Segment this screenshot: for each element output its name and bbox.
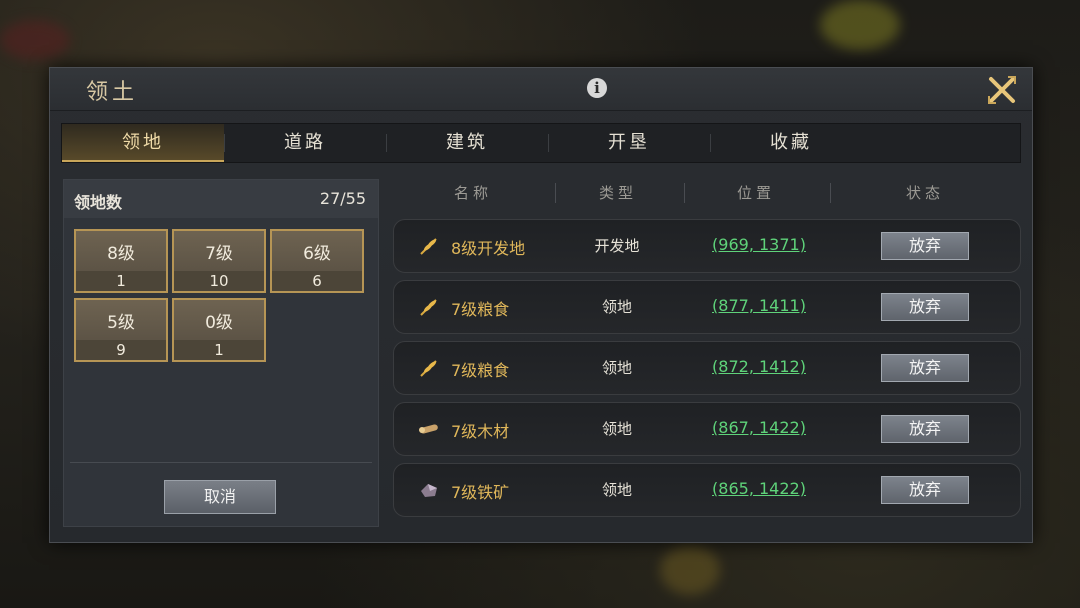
table-row[interactable]: 7级粮食 领地 (872, 1412) 放弃	[393, 341, 1021, 395]
dialog-titlebar: 领土 i	[50, 68, 1032, 111]
divider	[70, 462, 372, 463]
row-name: 8级开发地	[451, 239, 526, 258]
level-filter-6[interactable]: 6级 6	[270, 229, 364, 293]
coordinate-link[interactable]: (969, 1371)	[694, 235, 824, 254]
level-filter-0[interactable]: 0级 1	[172, 298, 266, 362]
coordinate-link[interactable]: (872, 1412)	[694, 357, 824, 376]
table-row[interactable]: 7级铁矿 领地 (865, 1422) 放弃	[393, 463, 1021, 517]
wheat-icon	[420, 299, 437, 316]
level-name: 5级	[107, 313, 135, 333]
level-filter-7[interactable]: 7级 10	[172, 229, 266, 293]
level-filter-5[interactable]: 5级 9	[74, 298, 168, 362]
row-type: 领地	[601, 481, 632, 499]
column-divider	[684, 183, 685, 203]
level-name: 6级	[303, 244, 331, 264]
column-header-name: 名称	[453, 184, 492, 202]
table-row[interactable]: 7级木材 领地 (867, 1422) 放弃	[393, 402, 1021, 456]
abandon-button[interactable]: 放弃	[881, 293, 969, 321]
cancel-button[interactable]: 取消	[164, 480, 276, 514]
dialog-title: 领土	[86, 80, 139, 105]
coordinate-link[interactable]: (867, 1422)	[694, 418, 824, 437]
level-count: 9	[76, 340, 166, 360]
wheat-icon	[420, 238, 437, 255]
wheat-icon	[420, 360, 437, 377]
level-count: 6	[272, 271, 362, 291]
tab-territory[interactable]: 领地	[62, 124, 224, 162]
tab-roads[interactable]: 道路	[224, 124, 386, 162]
row-name: 7级粮食	[451, 361, 510, 380]
column-divider	[555, 183, 556, 203]
tab-reclaim[interactable]: 开垦	[548, 124, 710, 162]
row-type: 开发地	[594, 237, 640, 255]
territory-summary-panel: 领地数 27/55 8级 1 7级 10 6级 6 5级 9 0级 1 取消	[63, 179, 379, 527]
level-name: 0级	[205, 313, 233, 333]
wood-icon	[419, 424, 438, 434]
territory-dialog: 领土 i 领地 道路 建筑 开垦 收藏 领地数 27/55 8级 1 7级 10	[49, 67, 1033, 543]
column-divider	[830, 183, 831, 203]
abandon-button[interactable]: 放弃	[881, 415, 969, 443]
coordinate-link[interactable]: (877, 1411)	[694, 296, 824, 315]
level-count: 1	[76, 271, 166, 291]
level-name: 7级	[205, 244, 233, 264]
tab-favorites[interactable]: 收藏	[710, 124, 872, 162]
tab-bar: 领地 道路 建筑 开垦 收藏	[61, 123, 1021, 163]
row-type: 领地	[601, 298, 632, 316]
territory-list: 名称 类型 位置 状态 8级开发地 开发地 (969, 1371) 放弃 7级粮…	[393, 177, 1021, 537]
row-type: 领地	[601, 420, 632, 438]
table-row[interactable]: 7级粮食 领地 (877, 1411) 放弃	[393, 280, 1021, 334]
row-name: 7级铁矿	[451, 483, 510, 502]
background-glow	[820, 0, 900, 50]
territory-count-label: 领地数	[74, 193, 123, 212]
column-header-position: 位置	[736, 184, 775, 202]
level-count: 1	[174, 340, 264, 360]
background-glow	[0, 20, 70, 60]
level-count: 10	[174, 271, 264, 291]
tab-buildings[interactable]: 建筑	[386, 124, 548, 162]
level-name: 8级	[107, 244, 135, 264]
column-header-status: 状态	[905, 184, 944, 202]
close-icon[interactable]	[986, 74, 1018, 106]
background-glow	[660, 545, 720, 595]
coordinate-link[interactable]: (865, 1422)	[694, 479, 824, 498]
column-header-type: 类型	[598, 184, 637, 202]
abandon-button[interactable]: 放弃	[881, 476, 969, 504]
row-type: 领地	[601, 359, 632, 377]
abandon-button[interactable]: 放弃	[881, 354, 969, 382]
iron-ore-icon	[421, 484, 437, 497]
abandon-button[interactable]: 放弃	[881, 232, 969, 260]
info-icon[interactable]: i	[587, 78, 607, 98]
summary-header: 领地数 27/55	[64, 180, 378, 218]
table-row[interactable]: 8级开发地 开发地 (969, 1371) 放弃	[393, 219, 1021, 273]
level-filter-8[interactable]: 8级 1	[74, 229, 168, 293]
row-name: 7级粮食	[451, 300, 510, 319]
row-name: 7级木材	[451, 422, 510, 441]
territory-count-value: 27/55	[319, 189, 366, 208]
